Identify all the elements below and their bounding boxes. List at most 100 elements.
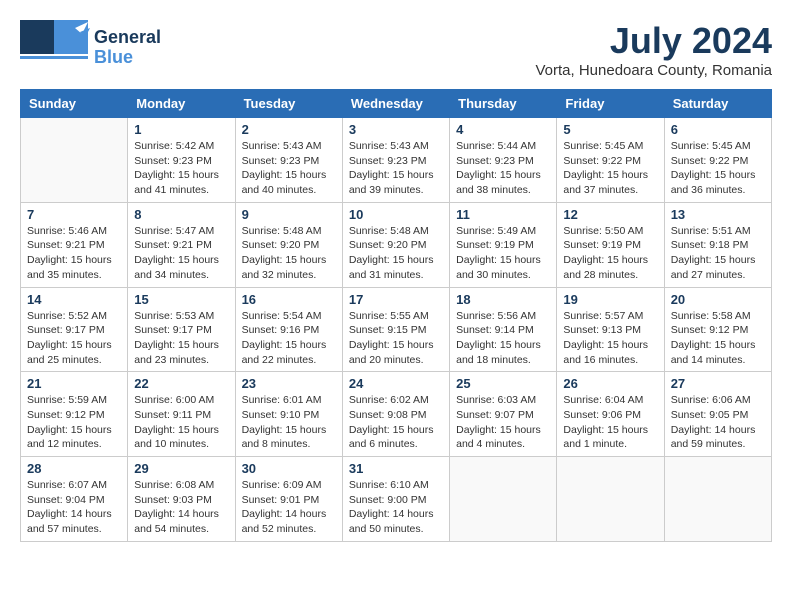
day-number: 20 <box>671 292 765 307</box>
day-info: Sunrise: 5:46 AM Sunset: 9:21 PM Dayligh… <box>27 224 121 283</box>
day-info: Sunrise: 5:53 AM Sunset: 9:17 PM Dayligh… <box>134 309 228 368</box>
day-info: Sunrise: 6:06 AM Sunset: 9:05 PM Dayligh… <box>671 393 765 452</box>
calendar-cell: 1 Sunrise: 5:42 AM Sunset: 9:23 PM Dayli… <box>128 118 235 203</box>
day-number: 1 <box>134 122 228 137</box>
day-number: 7 <box>27 207 121 222</box>
calendar-cell: 8 Sunrise: 5:47 AM Sunset: 9:21 PM Dayli… <box>128 202 235 287</box>
calendar-week-row: 7 Sunrise: 5:46 AM Sunset: 9:21 PM Dayli… <box>21 202 772 287</box>
sunset-text: Sunset: 9:22 PM <box>563 155 641 167</box>
calendar-cell: 27 Sunrise: 6:06 AM Sunset: 9:05 PM Dayl… <box>664 372 771 457</box>
daylight-text: Daylight: 15 hours and 6 minutes. <box>349 424 434 451</box>
day-number: 8 <box>134 207 228 222</box>
sunrise-text: Sunrise: 6:08 AM <box>134 479 214 491</box>
calendar-cell: 20 Sunrise: 5:58 AM Sunset: 9:12 PM Dayl… <box>664 287 771 372</box>
sunset-text: Sunset: 9:12 PM <box>671 324 749 336</box>
daylight-text: Daylight: 15 hours and 28 minutes. <box>563 254 648 281</box>
daylight-text: Daylight: 15 hours and 20 minutes. <box>349 339 434 366</box>
logo-text-general: General <box>94 27 161 47</box>
daylight-text: Daylight: 14 hours and 59 minutes. <box>671 424 756 451</box>
day-info: Sunrise: 5:47 AM Sunset: 9:21 PM Dayligh… <box>134 224 228 283</box>
sunrise-text: Sunrise: 5:55 AM <box>349 310 429 322</box>
day-number: 25 <box>456 376 550 391</box>
sunset-text: Sunset: 9:07 PM <box>456 409 534 421</box>
calendar-cell: 11 Sunrise: 5:49 AM Sunset: 9:19 PM Dayl… <box>450 202 557 287</box>
sunset-text: Sunset: 9:18 PM <box>671 239 749 251</box>
day-number: 6 <box>671 122 765 137</box>
sunset-text: Sunset: 9:17 PM <box>134 324 212 336</box>
day-info: Sunrise: 5:56 AM Sunset: 9:14 PM Dayligh… <box>456 309 550 368</box>
day-number: 28 <box>27 461 121 476</box>
sunrise-text: Sunrise: 6:09 AM <box>242 479 322 491</box>
day-number: 22 <box>134 376 228 391</box>
sunset-text: Sunset: 9:23 PM <box>134 155 212 167</box>
sunset-text: Sunset: 9:20 PM <box>349 239 427 251</box>
sunrise-text: Sunrise: 6:10 AM <box>349 479 429 491</box>
day-info: Sunrise: 5:52 AM Sunset: 9:17 PM Dayligh… <box>27 309 121 368</box>
header-thursday: Thursday <box>450 90 557 118</box>
logo-text-blue: Blue <box>94 47 133 67</box>
sunrise-text: Sunrise: 6:00 AM <box>134 394 214 406</box>
header-wednesday: Wednesday <box>342 90 449 118</box>
sunrise-text: Sunrise: 6:04 AM <box>563 394 643 406</box>
day-info: Sunrise: 6:02 AM Sunset: 9:08 PM Dayligh… <box>349 393 443 452</box>
day-info: Sunrise: 5:42 AM Sunset: 9:23 PM Dayligh… <box>134 139 228 198</box>
daylight-text: Daylight: 15 hours and 41 minutes. <box>134 169 219 196</box>
sunset-text: Sunset: 9:19 PM <box>563 239 641 251</box>
sunset-text: Sunset: 9:01 PM <box>242 494 320 506</box>
day-number: 2 <box>242 122 336 137</box>
calendar-cell: 18 Sunrise: 5:56 AM Sunset: 9:14 PM Dayl… <box>450 287 557 372</box>
daylight-text: Daylight: 15 hours and 31 minutes. <box>349 254 434 281</box>
day-info: Sunrise: 6:01 AM Sunset: 9:10 PM Dayligh… <box>242 393 336 452</box>
day-number: 11 <box>456 207 550 222</box>
sunrise-text: Sunrise: 5:45 AM <box>671 140 751 152</box>
sunrise-text: Sunrise: 5:43 AM <box>242 140 322 152</box>
day-info: Sunrise: 5:43 AM Sunset: 9:23 PM Dayligh… <box>349 139 443 198</box>
daylight-text: Daylight: 15 hours and 4 minutes. <box>456 424 541 451</box>
sunrise-text: Sunrise: 5:45 AM <box>563 140 643 152</box>
daylight-text: Daylight: 15 hours and 16 minutes. <box>563 339 648 366</box>
daylight-text: Daylight: 15 hours and 22 minutes. <box>242 339 327 366</box>
calendar-cell: 7 Sunrise: 5:46 AM Sunset: 9:21 PM Dayli… <box>21 202 128 287</box>
sunset-text: Sunset: 9:15 PM <box>349 324 427 336</box>
logo: General Blue <box>20 20 161 75</box>
calendar-cell: 13 Sunrise: 5:51 AM Sunset: 9:18 PM Dayl… <box>664 202 771 287</box>
logo-svg <box>20 20 90 75</box>
calendar-header-row: Sunday Monday Tuesday Wednesday Thursday… <box>21 90 772 118</box>
sunrise-text: Sunrise: 5:59 AM <box>27 394 107 406</box>
day-info: Sunrise: 6:03 AM Sunset: 9:07 PM Dayligh… <box>456 393 550 452</box>
calendar-cell <box>557 457 664 542</box>
header-sunday: Sunday <box>21 90 128 118</box>
calendar-cell: 22 Sunrise: 6:00 AM Sunset: 9:11 PM Dayl… <box>128 372 235 457</box>
calendar-cell: 30 Sunrise: 6:09 AM Sunset: 9:01 PM Dayl… <box>235 457 342 542</box>
day-info: Sunrise: 5:45 AM Sunset: 9:22 PM Dayligh… <box>671 139 765 198</box>
sunset-text: Sunset: 9:06 PM <box>563 409 641 421</box>
sunrise-text: Sunrise: 5:53 AM <box>134 310 214 322</box>
sunrise-text: Sunrise: 5:57 AM <box>563 310 643 322</box>
sunset-text: Sunset: 9:21 PM <box>27 239 105 251</box>
day-number: 10 <box>349 207 443 222</box>
sunrise-text: Sunrise: 6:06 AM <box>671 394 751 406</box>
calendar-cell: 23 Sunrise: 6:01 AM Sunset: 9:10 PM Dayl… <box>235 372 342 457</box>
sunrise-text: Sunrise: 5:48 AM <box>242 225 322 237</box>
calendar-table: Sunday Monday Tuesday Wednesday Thursday… <box>20 89 772 542</box>
header-monday: Monday <box>128 90 235 118</box>
calendar-cell: 2 Sunrise: 5:43 AM Sunset: 9:23 PM Dayli… <box>235 118 342 203</box>
sunrise-text: Sunrise: 5:43 AM <box>349 140 429 152</box>
sunrise-text: Sunrise: 5:50 AM <box>563 225 643 237</box>
day-info: Sunrise: 5:57 AM Sunset: 9:13 PM Dayligh… <box>563 309 657 368</box>
calendar-cell: 15 Sunrise: 5:53 AM Sunset: 9:17 PM Dayl… <box>128 287 235 372</box>
sunrise-text: Sunrise: 5:58 AM <box>671 310 751 322</box>
calendar-cell: 19 Sunrise: 5:57 AM Sunset: 9:13 PM Dayl… <box>557 287 664 372</box>
sunset-text: Sunset: 9:16 PM <box>242 324 320 336</box>
sunset-text: Sunset: 9:11 PM <box>134 409 211 421</box>
location-title: Vorta, Hunedoara County, Romania <box>535 62 772 79</box>
calendar-cell: 17 Sunrise: 5:55 AM Sunset: 9:15 PM Dayl… <box>342 287 449 372</box>
day-info: Sunrise: 6:04 AM Sunset: 9:06 PM Dayligh… <box>563 393 657 452</box>
day-info: Sunrise: 6:09 AM Sunset: 9:01 PM Dayligh… <box>242 478 336 537</box>
daylight-text: Daylight: 15 hours and 39 minutes. <box>349 169 434 196</box>
sunrise-text: Sunrise: 5:52 AM <box>27 310 107 322</box>
day-number: 16 <box>242 292 336 307</box>
sunset-text: Sunset: 9:23 PM <box>456 155 534 167</box>
sunrise-text: Sunrise: 5:48 AM <box>349 225 429 237</box>
daylight-text: Daylight: 14 hours and 50 minutes. <box>349 508 434 535</box>
